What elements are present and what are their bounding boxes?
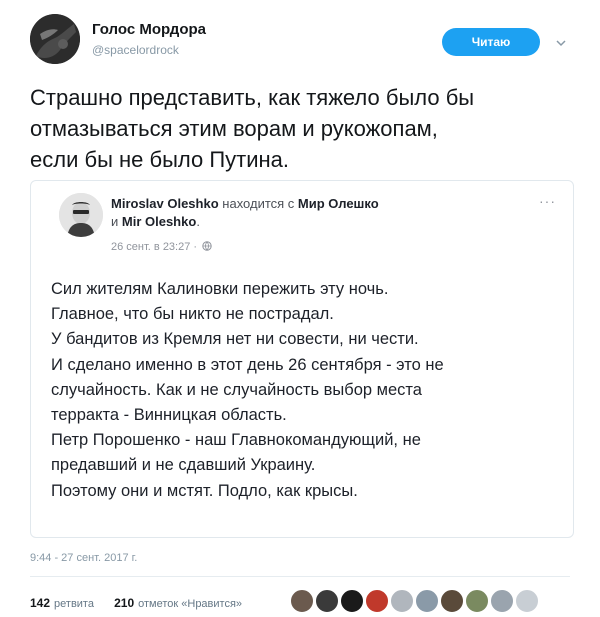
author-name[interactable]: Голос Мордора xyxy=(92,21,206,38)
liker-avatar[interactable] xyxy=(340,589,364,613)
likes-stat[interactable]: 210 отметок «Нравится» xyxy=(114,596,243,610)
quoted-date: 26 сент. в 23:27 · xyxy=(111,241,212,253)
liker-avatar[interactable] xyxy=(390,589,414,613)
divider xyxy=(30,576,570,577)
liker-avatar[interactable] xyxy=(465,589,489,613)
retweets-label: ретвита xyxy=(54,598,94,610)
tweet-text-line: если бы не было Путина. xyxy=(30,147,290,172)
liker-avatar[interactable] xyxy=(315,589,339,613)
liker-avatar[interactable] xyxy=(515,589,539,613)
globe-icon xyxy=(202,241,212,251)
more-options-icon: ··· xyxy=(539,193,556,209)
quoted-location-conj: и xyxy=(111,214,119,229)
quoted-location-end: . xyxy=(196,214,200,229)
liker-avatar[interactable] xyxy=(365,589,389,613)
quoted-body-line: У бандитов из Кремля нет ни совести, ни … xyxy=(51,330,419,349)
liker-avatar[interactable] xyxy=(290,589,314,613)
likes-count: 210 xyxy=(114,596,135,610)
tweet-stats: 142 ретвита 210 отметок «Нравится» xyxy=(30,596,242,610)
quoted-location-name: Мир Олешко xyxy=(297,196,379,211)
quoted-body-line: Главное, что бы никто не пострадал. xyxy=(51,305,334,324)
liker-avatar[interactable] xyxy=(440,589,464,613)
chevron-down-icon[interactable] xyxy=(554,36,568,50)
quoted-author-line: Miroslav Oleshko находится с Мир Олешко … xyxy=(111,195,491,231)
quoted-location-name2: Mir Oleshko xyxy=(121,214,197,229)
quoted-date-text: 26 сент. в 23:27 · xyxy=(111,241,198,253)
quoted-body-line: Поэтому они и мстят. Подло, как крысы. xyxy=(51,481,358,500)
quoted-body-line: случайность. Как и не случайность выбор … xyxy=(51,380,422,399)
quoted-location-prefix: находится с xyxy=(222,196,295,211)
quoted-body-line: И сделано именно в этот день 26 сентября… xyxy=(51,355,444,374)
tweet-text-line: отмазываться этим ворам и рукожопам, xyxy=(30,116,438,141)
quoted-body-line: предавший и не сдавший Украину. xyxy=(51,456,316,475)
likes-label: отметок «Нравится» xyxy=(138,598,243,610)
author-avatar[interactable] xyxy=(30,14,80,64)
retweets-count: 142 xyxy=(30,596,51,610)
follow-button[interactable]: Читаю xyxy=(442,28,540,56)
retweets-stat[interactable]: 142 ретвита xyxy=(30,596,94,610)
quoted-body-line: Петр Порошенко - наш Главнокомандующий, … xyxy=(51,431,421,450)
author-handle[interactable]: @spacelordrock xyxy=(92,43,179,57)
quoted-author-name: Miroslav Oleshko xyxy=(111,196,219,211)
quoted-body-line: терракта - Винницкая область. xyxy=(51,406,287,425)
tweet-header: Голос Мордора @spacelordrock Читаю xyxy=(30,14,570,64)
quoted-body-line: Сил жителям Калиновки пережить эту ночь. xyxy=(51,280,389,298)
quoted-author-avatar xyxy=(59,193,103,237)
tweet-timestamp[interactable]: 9:44 - 27 сент. 2017 г. xyxy=(30,552,137,564)
liker-avatar[interactable] xyxy=(415,589,439,613)
quoted-post-image[interactable]: Miroslav Oleshko находится с Мир Олешко … xyxy=(30,180,574,538)
tweet-text: Страшно представить, как тяжело было бы … xyxy=(30,82,575,175)
tweet-text-line: Страшно представить, как тяжело было бы xyxy=(30,85,475,110)
quoted-post-body: Сил жителям Калиновки пережить эту ночь.… xyxy=(51,277,561,504)
liker-avatar[interactable] xyxy=(490,589,514,613)
